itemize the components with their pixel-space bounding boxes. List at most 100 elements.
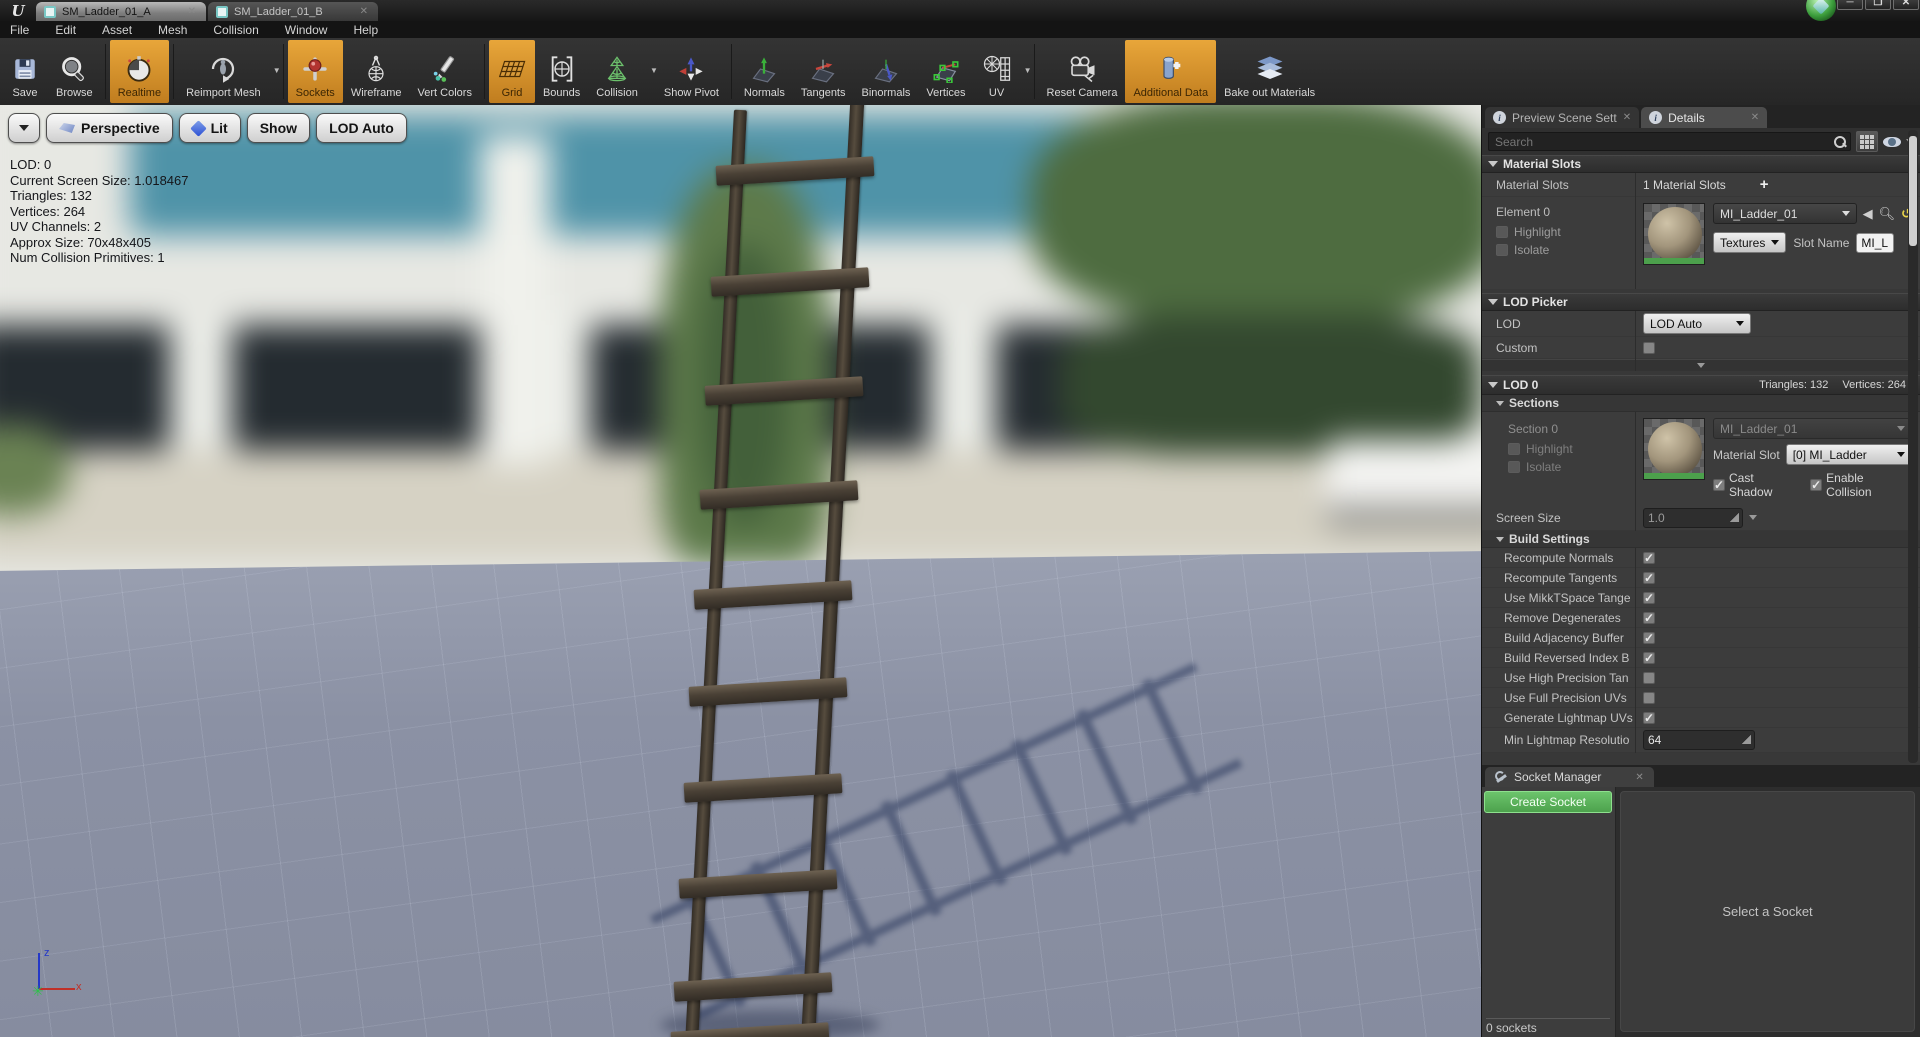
slot-name-input[interactable] xyxy=(1856,232,1895,253)
sections-subheader[interactable]: Sections xyxy=(1482,395,1920,412)
grid-toggle-button[interactable]: Grid xyxy=(488,40,535,103)
enable-collision-label: Enable Collision xyxy=(1826,471,1872,499)
textures-button[interactable]: Textures xyxy=(1713,232,1787,253)
use-selected-asset-icon[interactable]: ◀ xyxy=(1863,207,1873,220)
tab-details[interactable]: i Details ✕ xyxy=(1641,107,1768,128)
build-row-checkbox[interactable] xyxy=(1643,551,1655,565)
eye-icon[interactable] xyxy=(1883,136,1901,147)
build-row-checkbox[interactable] xyxy=(1643,711,1655,725)
close-tab-icon[interactable]: ✕ xyxy=(1623,112,1631,123)
lit-mode-button[interactable]: Lit xyxy=(178,113,241,143)
add-material-slot-icon[interactable]: + xyxy=(1760,177,1769,192)
material-slot-combo[interactable]: [0] MI_Ladder xyxy=(1785,444,1912,465)
reset-camera-button[interactable]: Reset Camera xyxy=(1039,40,1126,103)
min-lightmap-input[interactable]: 64 xyxy=(1643,730,1755,750)
menu-collision[interactable]: Collision xyxy=(213,23,258,37)
highlight-checkbox[interactable] xyxy=(1496,226,1508,238)
section-header-material-slots[interactable]: Material Slots xyxy=(1482,155,1920,173)
toolbar-separator xyxy=(730,44,732,99)
material-slots-count: 1 Material Slots xyxy=(1643,177,1726,192)
browse-asset-icon[interactable]: 🔍︎ xyxy=(1879,207,1896,220)
isolate-checkbox[interactable] xyxy=(1496,244,1508,256)
search-input[interactable] xyxy=(1495,133,1828,150)
save-icon xyxy=(10,53,40,85)
3d-viewport[interactable]: Perspective Lit Show LOD Auto LOD: 0 Cur… xyxy=(0,105,1481,1037)
build-row-checkbox[interactable] xyxy=(1643,591,1655,605)
asset-tab-sm-ladder-01-b[interactable]: SM_Ladder_01_B ✕ xyxy=(208,2,378,21)
menu-help[interactable]: Help xyxy=(353,23,378,37)
restore-button[interactable]: ❐ xyxy=(1865,0,1891,10)
material-thumbnail[interactable] xyxy=(1643,203,1705,265)
section-highlight-checkbox[interactable] xyxy=(1508,443,1520,455)
advanced-expander[interactable] xyxy=(1482,359,1920,371)
build-row-checkbox[interactable] xyxy=(1643,571,1655,585)
lod-combo[interactable]: LOD Auto xyxy=(1643,313,1751,334)
menu-window[interactable]: Window xyxy=(285,23,328,37)
cast-shadow-checkbox[interactable] xyxy=(1713,478,1725,492)
chevron-down-icon[interactable]: ▼ xyxy=(1024,66,1032,75)
menu-edit[interactable]: Edit xyxy=(55,23,76,37)
build-row-checkbox[interactable] xyxy=(1643,611,1655,625)
chevron-down-icon[interactable]: ▼ xyxy=(273,66,281,75)
build-settings-subheader[interactable]: Build Settings xyxy=(1482,531,1920,548)
build-row-checkbox[interactable] xyxy=(1643,651,1655,665)
vert-colors-toggle-button[interactable]: Vert Colors xyxy=(410,40,480,103)
close-tab-icon[interactable]: ✕ xyxy=(1751,112,1759,123)
scrollbar-thumb[interactable] xyxy=(1909,136,1917,246)
material-combo[interactable]: MI_Ladder_01 xyxy=(1713,203,1857,224)
bounds-toggle-button[interactable]: Bounds xyxy=(535,40,588,103)
menu-asset[interactable]: Asset xyxy=(102,23,132,37)
chevron-down-icon xyxy=(1841,211,1850,216)
lod0-triangles: Triangles: 132 xyxy=(1759,379,1829,391)
bake-out-materials-button[interactable]: Bake out Materials xyxy=(1216,40,1323,103)
mesh-stats-overlay: LOD: 0 Current Screen Size: 1.018467 Tri… xyxy=(10,157,189,266)
sockets-toggle-button[interactable]: Sockets xyxy=(287,40,343,103)
ladder-mesh[interactable] xyxy=(0,105,1481,1037)
save-button[interactable]: Save xyxy=(2,40,48,103)
normals-toggle-button[interactable]: Normals xyxy=(736,40,793,103)
close-tab-icon[interactable]: ✕ xyxy=(1635,772,1643,783)
additional-data-toggle-button[interactable]: Additional Data xyxy=(1125,40,1217,103)
close-button[interactable]: ✕ xyxy=(1893,0,1919,10)
section-header-lod-picker[interactable]: LOD Picker xyxy=(1482,293,1920,311)
section-isolate-checkbox[interactable] xyxy=(1508,461,1520,473)
screen-size-input[interactable]: 1.0 xyxy=(1643,507,1743,528)
socket-list: Create Socket 0 sockets xyxy=(1482,787,1616,1037)
build-row-label: Recompute Normals xyxy=(1504,550,1614,565)
tab-socket-manager[interactable]: Socket Manager ✕ xyxy=(1485,767,1654,787)
tab-preview-scene-settings[interactable]: i Preview Scene Sett ✕ xyxy=(1485,107,1640,128)
display-options-button[interactable] xyxy=(1856,131,1878,152)
menu-file[interactable]: File xyxy=(10,23,29,37)
build-row-checkbox[interactable] xyxy=(1643,691,1655,704)
chevron-down-icon[interactable] xyxy=(1749,515,1757,520)
asset-tab-sm-ladder-01-a[interactable]: SM_Ladder_01_A ✕ xyxy=(36,2,206,21)
show-pivot-toggle-button[interactable]: Show Pivot xyxy=(656,40,727,103)
tangents-icon xyxy=(808,53,838,85)
close-tab-icon[interactable]: ✕ xyxy=(360,6,368,17)
lod-auto-button[interactable]: LOD Auto xyxy=(316,113,407,143)
section-header-lod0[interactable]: LOD 0 Triangles: 132 Vertices: 264 xyxy=(1482,375,1920,395)
collision-toggle-button[interactable]: Collision ▼ xyxy=(588,40,658,103)
reimport-mesh-button[interactable]: Reimport Mesh ▼ xyxy=(178,40,281,103)
details-scrollbar[interactable] xyxy=(1908,130,1918,763)
build-row-checkbox[interactable] xyxy=(1643,631,1655,645)
close-tab-icon[interactable]: ✕ xyxy=(188,6,196,17)
viewport-options-button[interactable] xyxy=(8,113,40,143)
browse-button[interactable]: Browse xyxy=(48,40,101,103)
tangents-toggle-button[interactable]: Tangents xyxy=(793,40,854,103)
section-material-thumbnail[interactable] xyxy=(1643,418,1705,480)
enable-collision-checkbox[interactable] xyxy=(1810,478,1823,492)
uv-icon xyxy=(982,53,1012,85)
minimize-button[interactable]: ─ xyxy=(1837,0,1863,10)
show-button[interactable]: Show xyxy=(246,113,311,143)
perspective-button[interactable]: Perspective xyxy=(46,113,173,143)
binormals-toggle-button[interactable]: Binormals xyxy=(854,40,919,103)
realtime-toggle-button[interactable]: Realtime xyxy=(109,40,170,103)
custom-checkbox[interactable] xyxy=(1643,341,1655,354)
build-row-checkbox[interactable] xyxy=(1643,671,1655,684)
uv-toggle-button[interactable]: UV ▼ xyxy=(974,40,1032,103)
vertices-toggle-button[interactable]: Vertices xyxy=(918,40,973,103)
create-socket-button[interactable]: Create Socket xyxy=(1484,791,1612,813)
menu-mesh[interactable]: Mesh xyxy=(158,23,187,37)
wireframe-toggle-button[interactable]: Wireframe xyxy=(343,40,410,103)
